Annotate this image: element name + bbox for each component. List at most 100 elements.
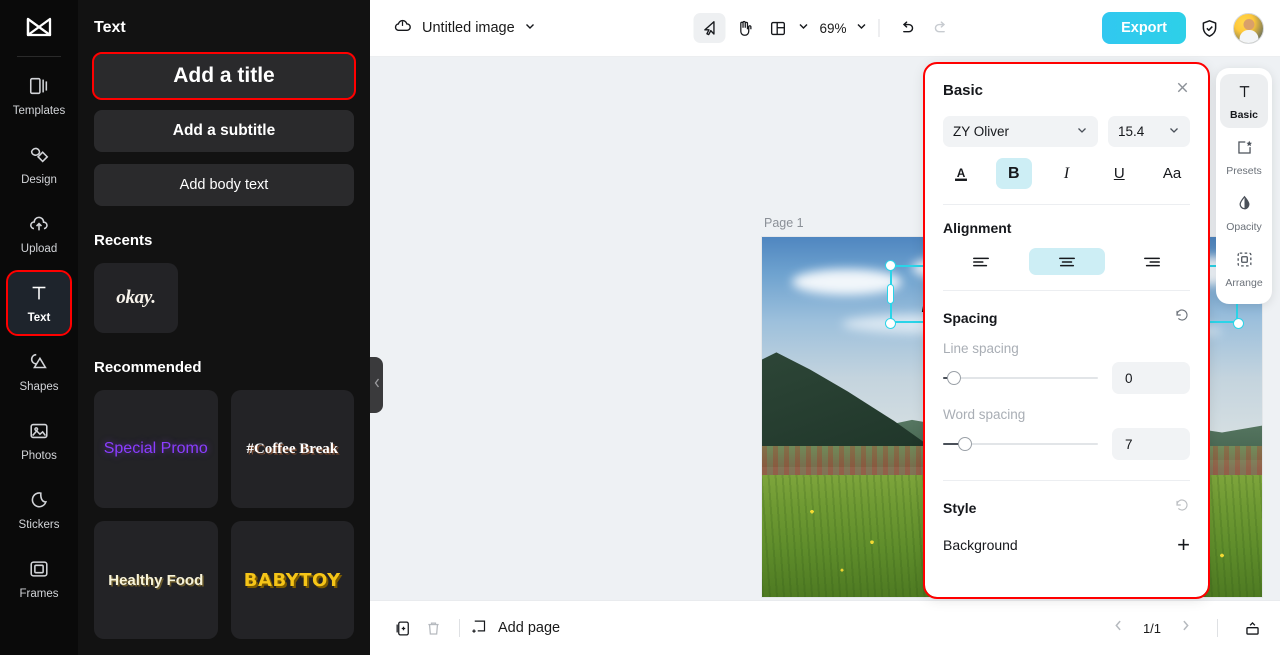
prail-item-presets[interactable]: Presets — [1220, 130, 1268, 184]
stickers-icon — [28, 489, 50, 516]
sidebar-item-templates[interactable]: Templates — [8, 65, 70, 127]
bottom-toolbar: Add page 1/1 — [370, 600, 1280, 655]
recommended-card-label: #Coffee Break — [246, 440, 339, 457]
delete-page-button[interactable] — [418, 613, 448, 643]
capcut-logo[interactable] — [0, 0, 78, 56]
sidebar-item-label: Design — [21, 173, 57, 186]
resize-handle-top-left[interactable] — [884, 259, 896, 271]
prail-item-opacity[interactable]: Opacity — [1220, 186, 1268, 240]
recents-heading: Recents — [94, 232, 153, 249]
undo-button[interactable] — [891, 13, 923, 43]
recommended-card[interactable]: #Coffee Break — [230, 390, 354, 508]
collapse-panel-handle[interactable] — [370, 357, 383, 413]
word-spacing-value-input[interactable]: 7 — [1112, 428, 1190, 460]
text-case-button[interactable]: Aa — [1154, 158, 1190, 189]
background-label: Background — [943, 537, 1018, 553]
shield-check-icon[interactable] — [1199, 18, 1220, 39]
properties-rail: Basic Presets Opacity Arrange — [1216, 68, 1272, 304]
sidebar-item-label: Templates — [12, 104, 66, 117]
prail-item-arrange[interactable]: Arrange — [1220, 242, 1268, 296]
recommended-card[interactable]: BABYTOY — [230, 521, 354, 639]
slider-knob[interactable] — [958, 437, 973, 451]
zoom-chevron-down-icon[interactable] — [856, 19, 868, 37]
add-body-text-button[interactable]: Add body text — [94, 164, 354, 206]
prev-page-button[interactable] — [1112, 619, 1125, 637]
select-tool-button[interactable] — [693, 13, 726, 43]
recommended-heading: Recommended — [94, 359, 202, 376]
chevron-down-icon — [524, 19, 536, 37]
text-color-button[interactable]: A — [943, 158, 979, 189]
style-section-header: Style — [943, 497, 1190, 518]
frames-icon — [28, 558, 50, 585]
sidebar-item-stickers[interactable]: Stickers — [8, 479, 70, 541]
toolbar-divider — [878, 19, 880, 37]
line-spacing-value-input[interactable]: 0 — [1112, 362, 1190, 394]
duplicate-page-button[interactable] — [388, 613, 418, 643]
italic-button[interactable]: I — [1049, 158, 1085, 189]
chevron-down-icon — [1168, 124, 1180, 139]
underline-button[interactable]: U — [1101, 158, 1137, 189]
export-button[interactable]: Export — [1102, 12, 1186, 44]
next-page-button[interactable] — [1179, 619, 1192, 637]
spacing-reset-icon[interactable] — [1174, 307, 1190, 328]
bold-glyph: B — [1007, 164, 1020, 182]
resize-handle-bottom-left[interactable] — [884, 317, 896, 329]
layout-tool-button[interactable] — [761, 13, 793, 43]
add-page-icon — [471, 617, 489, 639]
page-nav-group: 1/1 — [1112, 619, 1262, 638]
font-size-select[interactable]: 15.4 — [1108, 116, 1190, 147]
slider-track — [943, 377, 1098, 379]
align-left-button[interactable] — [943, 248, 1019, 275]
sidebar-item-text[interactable]: Text — [6, 270, 72, 336]
page-indicator: 1/1 — [1142, 620, 1162, 636]
resize-handle-left[interactable] — [886, 284, 894, 304]
style-label: Style — [943, 499, 977, 516]
align-right-button[interactable] — [1114, 248, 1190, 275]
resize-handle-bottom-right[interactable] — [1232, 317, 1244, 329]
redo-button[interactable] — [925, 13, 957, 43]
background-row[interactable]: Background + — [943, 534, 1190, 556]
sidebar-item-label: Frames — [19, 587, 59, 600]
chevron-down-icon — [1076, 124, 1088, 139]
line-spacing-row: 0 — [943, 362, 1190, 394]
style-reset-icon[interactable] — [1174, 497, 1190, 518]
add-page-button[interactable]: Add page — [471, 617, 560, 639]
line-spacing-slider[interactable] — [943, 369, 1098, 387]
layout-chevron-down-icon[interactable] — [797, 19, 809, 37]
zoom-level-label[interactable]: 69% — [819, 21, 846, 36]
hand-tool-button[interactable] — [727, 13, 759, 43]
sidebar-item-upload[interactable]: Upload — [8, 203, 70, 265]
sidebar-item-design[interactable]: Design — [8, 134, 70, 196]
sidebar-item-shapes[interactable]: Shapes — [8, 341, 70, 403]
svg-text:A: A — [957, 165, 966, 179]
sidebar-item-label: Shapes — [19, 380, 59, 393]
add-a-subtitle-button[interactable]: Add a subtitle — [94, 110, 354, 152]
recommended-card[interactable]: Healthy Food — [94, 521, 218, 639]
sidebar-item-frames[interactable]: Frames — [8, 548, 70, 610]
plus-icon[interactable]: + — [1177, 534, 1190, 556]
document-title-menu[interactable]: Untitled image — [392, 15, 536, 41]
bold-button[interactable]: B — [995, 158, 1032, 189]
page-label: Page 1 — [764, 216, 804, 230]
recommended-grid: Special Promo #Coffee Break Healthy Food… — [94, 390, 354, 639]
add-a-title-button[interactable]: Add a title — [92, 52, 356, 100]
align-center-button[interactable] — [1028, 248, 1105, 275]
case-glyph: Aa — [1162, 165, 1182, 182]
recent-text-card[interactable]: okay. — [94, 263, 178, 333]
top-right-group: Export — [1102, 12, 1264, 44]
cloud-save-icon — [392, 15, 413, 41]
avatar[interactable] — [1233, 12, 1264, 44]
opacity-droplet-icon — [1235, 194, 1254, 218]
prail-item-basic[interactable]: Basic — [1220, 74, 1268, 128]
slider-knob[interactable] — [946, 371, 961, 385]
word-spacing-slider[interactable] — [943, 435, 1098, 453]
close-x-icon[interactable] — [1175, 80, 1190, 100]
sidebar-item-photos[interactable]: Photos — [8, 410, 70, 472]
capcut-editor-window: Templates Design Upload Text Shapes Phot… — [0, 0, 1280, 655]
recommended-card[interactable]: Special Promo — [94, 390, 218, 508]
recommended-card-label: BABYTOY — [243, 569, 341, 591]
document-title: Untitled image — [422, 20, 515, 36]
expand-panel-icon[interactable] — [1243, 619, 1262, 638]
font-family-select[interactable]: ZY Oliver — [943, 116, 1098, 147]
sidebar-item-label: Upload — [20, 242, 58, 255]
